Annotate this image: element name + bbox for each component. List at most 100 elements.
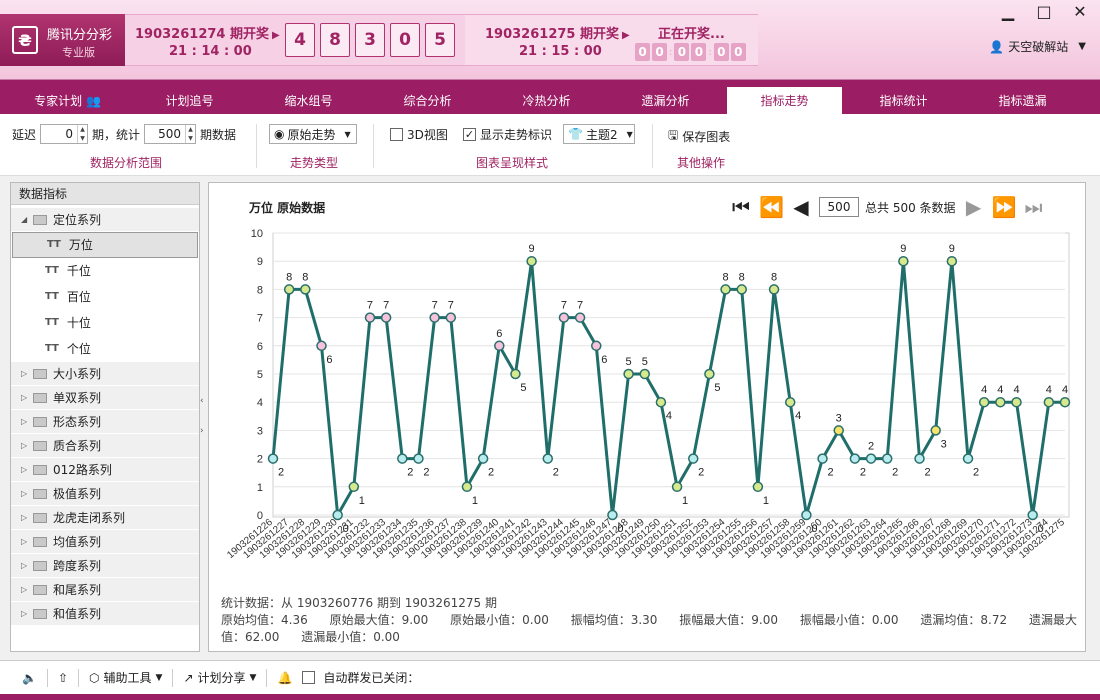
tree-group[interactable]: ▷ 和尾系列 bbox=[11, 578, 199, 602]
data-point bbox=[881, 453, 893, 464]
tools-menu[interactable]: ⬡ 辅助工具 ▼ bbox=[89, 669, 162, 686]
data-label: 1 bbox=[472, 495, 478, 507]
data-point bbox=[494, 340, 505, 352]
show-marks-checkbox[interactable]: ✓ 显示走势标识 bbox=[463, 126, 552, 143]
first-page-icon[interactable]: ⏮ bbox=[729, 195, 753, 219]
checkbox-unchecked[interactable] bbox=[390, 128, 403, 141]
tree-leaf[interactable]: TT 十位 bbox=[11, 310, 199, 336]
tree-group[interactable]: ▷ 质合系列 bbox=[11, 434, 199, 458]
data-label: 0 bbox=[343, 523, 349, 535]
next-icon[interactable]: ▶ bbox=[962, 195, 986, 219]
data-point bbox=[364, 312, 376, 323]
collapse-left-icon[interactable]: ‹ bbox=[200, 396, 204, 406]
data-point bbox=[898, 255, 909, 267]
data-point bbox=[283, 284, 295, 295]
tab-missing[interactable]: 遗漏分析 bbox=[608, 87, 723, 114]
data-label: 2 bbox=[488, 467, 494, 479]
tree-group[interactable]: ▷ 龙虎走闭系列 bbox=[11, 506, 199, 530]
maximize-icon[interactable]: □ bbox=[1032, 0, 1056, 22]
folder-icon bbox=[33, 608, 47, 619]
data-point bbox=[704, 368, 715, 380]
tree-leaf[interactable]: TT 万位 bbox=[12, 232, 198, 258]
tree-group[interactable]: ▷ 单双系列 bbox=[11, 386, 199, 410]
divider bbox=[256, 124, 257, 168]
tab-shrink[interactable]: 缩水组号 bbox=[251, 87, 366, 114]
tree-leaf[interactable]: TT 百位 bbox=[11, 284, 199, 310]
count-stepper[interactable]: 500 ▲ ▼ bbox=[144, 124, 197, 144]
last-page-icon[interactable]: ⏭ bbox=[1022, 195, 1046, 219]
tree-group[interactable]: ▷ 均值系列 bbox=[11, 530, 199, 554]
checkbox-checked[interactable]: ✓ bbox=[463, 128, 476, 141]
collapsed-triangle-icon: ▷ bbox=[21, 464, 28, 474]
data-label: 9 bbox=[949, 243, 955, 255]
trend-chart: 0123456789101903261226190326122719032612… bbox=[225, 228, 1071, 561]
dropdown-icon: ▼ bbox=[626, 129, 633, 139]
title-bar: ₴ 腾讯分分彩 专业版 1903261274 期开奖 ▶ 21 : 14 : 00… bbox=[0, 0, 1100, 80]
tab-overall[interactable]: 综合分析 bbox=[370, 87, 485, 114]
bell-icon[interactable]: 🔔 bbox=[277, 671, 292, 685]
fast-back-icon[interactable]: ⏪ bbox=[759, 195, 784, 219]
tree-group[interactable]: ▷ 012路系列 bbox=[11, 458, 199, 482]
data-label: 2 bbox=[553, 467, 559, 479]
data-label: 8 bbox=[286, 271, 292, 283]
tab-hot-cold[interactable]: 冷热分析 bbox=[489, 87, 604, 114]
draw-ball: 8 bbox=[320, 23, 350, 57]
y-tick-label: 0 bbox=[257, 510, 263, 522]
tree-group[interactable]: ▷ 极值系列 bbox=[11, 482, 199, 506]
prev-icon[interactable]: ◀ bbox=[789, 195, 813, 219]
data-point bbox=[267, 453, 279, 464]
last-draw-period[interactable]: 1903261274 期开奖 ▶ bbox=[135, 23, 280, 42]
user-menu[interactable]: 👤 天空破解站 ▼ bbox=[989, 38, 1086, 55]
collapsed-triangle-icon: ▷ bbox=[21, 368, 28, 378]
panel-splitter[interactable]: ‹ › bbox=[200, 176, 208, 660]
stat-item: 遗漏均值：8.72 bbox=[920, 613, 1008, 627]
data-label: 2 bbox=[423, 467, 429, 479]
data-point bbox=[849, 453, 861, 464]
top-arrow-icon[interactable]: ⇧ bbox=[58, 671, 68, 685]
tree-group-expanded[interactable]: ◢ 定位系列 bbox=[11, 208, 199, 232]
folder-icon bbox=[33, 416, 47, 427]
tree-group[interactable]: ▷ 形态系列 bbox=[11, 410, 199, 434]
tab-indicator-trend[interactable]: 指标走势 bbox=[727, 87, 842, 114]
speaker-icon[interactable]: 🔈 bbox=[22, 671, 37, 685]
close-icon[interactable]: ✕ bbox=[1068, 0, 1092, 22]
divider bbox=[373, 124, 374, 168]
tab-indicator-missing[interactable]: 指标遗漏 bbox=[965, 87, 1080, 114]
collapsed-triangle-icon: ▷ bbox=[21, 584, 28, 594]
next-draw-period[interactable]: 1903261275 期开奖 ▶ bbox=[485, 23, 630, 42]
expand-right-icon[interactable]: › bbox=[200, 426, 204, 436]
tree-leaf[interactable]: TT 个位 bbox=[11, 336, 199, 362]
tree-group[interactable]: ▷ 大小系列 bbox=[11, 362, 199, 386]
indicator-panel-header: 数据指标 bbox=[11, 183, 199, 205]
pager-input[interactable]: 500 bbox=[819, 197, 859, 217]
tree-leaf[interactable]: TT 千位 bbox=[11, 258, 199, 284]
y-tick-label: 8 bbox=[257, 284, 263, 296]
auto-send-checkbox[interactable]: 自动群发已关闭： bbox=[302, 669, 419, 686]
pending-digit: 0 bbox=[652, 43, 667, 61]
tab-indicator-stats[interactable]: 指标统计 bbox=[846, 87, 961, 114]
folder-icon bbox=[33, 368, 47, 379]
app-logo-icon: ₴ bbox=[12, 26, 38, 54]
trend-type-select[interactable]: ◉ 原始走势 ▼ bbox=[269, 124, 357, 144]
next-draw-time: 21 : 15 : 00 bbox=[519, 44, 602, 59]
theme-select[interactable]: 👕 主题2 ▼ bbox=[563, 124, 635, 144]
draw-ball: 5 bbox=[425, 23, 455, 57]
data-point bbox=[865, 453, 877, 464]
data-label: 3 bbox=[941, 438, 947, 450]
save-chart-button[interactable]: 🖫 保存图表 bbox=[668, 126, 730, 147]
data-label: 7 bbox=[432, 300, 438, 312]
tab-plan-chase[interactable]: 计划追号 bbox=[132, 87, 247, 114]
view3d-checkbox[interactable]: 3D视图 bbox=[390, 126, 448, 143]
users-icon: 👥 bbox=[85, 93, 101, 108]
tree-group[interactable]: ▷ 跨度系列 bbox=[11, 554, 199, 578]
checkbox-unchecked[interactable] bbox=[302, 671, 316, 684]
fast-forward-icon[interactable]: ⏩ bbox=[992, 195, 1017, 219]
share-menu[interactable]: ↗ 计划分享 ▼ bbox=[183, 669, 256, 686]
data-point bbox=[833, 425, 844, 436]
tree-group[interactable]: ▷ 和值系列 bbox=[11, 602, 199, 626]
text-type-icon: TT bbox=[47, 239, 61, 250]
tab-expert-plan[interactable]: 专家计划 👥 bbox=[10, 87, 125, 114]
data-point bbox=[413, 453, 424, 464]
delay-stepper[interactable]: 0 ▲ ▼ bbox=[40, 124, 89, 144]
minimize-icon[interactable]: ▁ bbox=[996, 0, 1020, 22]
